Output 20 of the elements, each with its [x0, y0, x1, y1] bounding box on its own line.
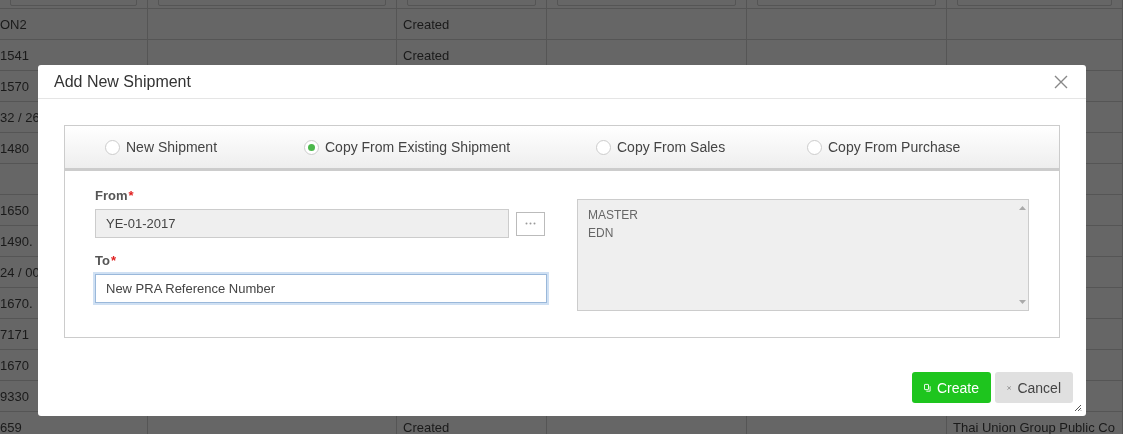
- radio-option[interactable]: Copy From Purchase: [807, 139, 961, 155]
- text-field[interactable]: New PRA Reference Number: [95, 274, 547, 303]
- radio-button[interactable]: [105, 139, 120, 155]
- close-icon[interactable]: [1054, 74, 1068, 89]
- radio-option[interactable]: Copy From Existing Shipment: [304, 139, 596, 155]
- table-cell: ON2: [0, 9, 148, 39]
- list-item[interactable]: MASTER: [588, 208, 1006, 222]
- list-box[interactable]: MASTER EDN: [577, 199, 1029, 311]
- ellipsis-icon: [525, 222, 536, 225]
- resize-grip-icon[interactable]: [1074, 404, 1082, 412]
- radio-option[interactable]: Copy From Sales: [596, 139, 807, 155]
- radio-button[interactable]: [807, 139, 822, 155]
- radio-button[interactable]: [304, 139, 319, 155]
- cancel-button[interactable]: Cancel: [995, 372, 1073, 403]
- scroll-down-icon[interactable]: [1018, 300, 1026, 304]
- table-cell: Created: [397, 9, 547, 39]
- list-item[interactable]: EDN: [588, 226, 1006, 240]
- browse-button[interactable]: [516, 211, 545, 236]
- scroll-up-icon[interactable]: [1018, 206, 1026, 210]
- radio-button[interactable]: [596, 139, 611, 155]
